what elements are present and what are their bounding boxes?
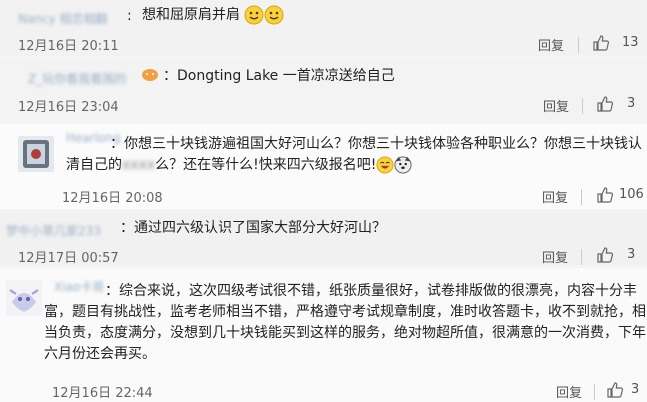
like-count: 3 xyxy=(627,96,636,111)
reply-button[interactable]: 回复 xyxy=(542,187,568,206)
divider xyxy=(581,249,582,265)
like-count: 106 xyxy=(619,187,644,202)
comment-item: Hearlong ：你想三十块钱游遍祖国大好河山么？你想三十块钱体验各种职业么？… xyxy=(0,124,647,209)
username[interactable]: Nancy 相恋相翻 xyxy=(18,10,107,27)
divider xyxy=(578,37,579,53)
thumbs-up-icon[interactable] xyxy=(592,34,610,52)
like-count: 3 xyxy=(631,382,640,397)
divider xyxy=(594,384,595,400)
thumbs-up-icon[interactable] xyxy=(596,246,614,264)
like-count: 13 xyxy=(622,35,639,50)
divider xyxy=(582,98,583,114)
avatar[interactable] xyxy=(6,280,42,316)
timestamp: 12月17日 00:57 xyxy=(18,251,119,266)
timestamp: 12月16日 20:11 xyxy=(18,39,119,54)
thumbs-up-icon[interactable] xyxy=(596,186,614,204)
reply-button[interactable]: 回复 xyxy=(542,247,568,266)
comment-item: Z_玩你看我看围的 ：Dongting Lake 一首凉凉送给自己 12月16日… xyxy=(0,61,647,120)
reply-button[interactable]: 回复 xyxy=(556,382,582,401)
comment-text: ：综合来说，这次四级考试很不错，纸张质量很好，试卷排版做的很漂亮，内容十分丰 富… xyxy=(44,283,646,362)
dog-emoji-icon xyxy=(394,156,412,174)
comment-item: 梦中小草几家233 ：通过四六级认识了国家大部分大好河山？ 12月17日 00:… xyxy=(0,213,647,266)
timestamp: 12月16日 20:08 xyxy=(62,191,163,206)
divider xyxy=(581,189,582,205)
comment-text: ：Dongting Lake 一首凉凉送给自己 xyxy=(163,68,395,84)
like-count: 3 xyxy=(627,247,636,262)
avatar-image xyxy=(6,280,42,316)
laugh-emoji-icon xyxy=(376,156,394,174)
timestamp: 12月16日 22:44 xyxy=(52,386,153,401)
smile-emoji-icon xyxy=(264,5,284,25)
comment-item: Nancy 相恋相翻 : 想和屈原肩并肩 12月16日 20:11 回复 13 xyxy=(0,0,647,56)
reply-button[interactable]: 回复 xyxy=(543,96,569,115)
reply-button[interactable]: 回复 xyxy=(538,35,564,54)
comment-item: Xiao卡哥 ：综合来说，这次四级考试很不错，纸张质量很好，试卷排版做的很漂亮，… xyxy=(0,268,647,402)
comment-text: ：通过四六级认识了国家大部分大好河山？ xyxy=(120,220,386,236)
avatar[interactable] xyxy=(18,136,54,172)
thumbs-up-icon[interactable] xyxy=(606,381,624,399)
badge-icon xyxy=(142,69,158,81)
timestamp: 12月16日 23:04 xyxy=(18,100,119,115)
comment-text: 想和屈原肩并肩 xyxy=(142,5,284,26)
avatar-image xyxy=(18,136,54,172)
thumbs-up-icon[interactable] xyxy=(596,95,614,113)
comment-text: ：你想三十块钱游遍祖国大好河山么？你想三十块钱体验各种职业么？你想三十块钱认 清… xyxy=(66,136,642,174)
username[interactable]: 梦中小草几家233 xyxy=(6,222,101,239)
username[interactable]: Z_玩你看我看围的 xyxy=(28,70,126,87)
smile-emoji-icon xyxy=(244,5,264,25)
